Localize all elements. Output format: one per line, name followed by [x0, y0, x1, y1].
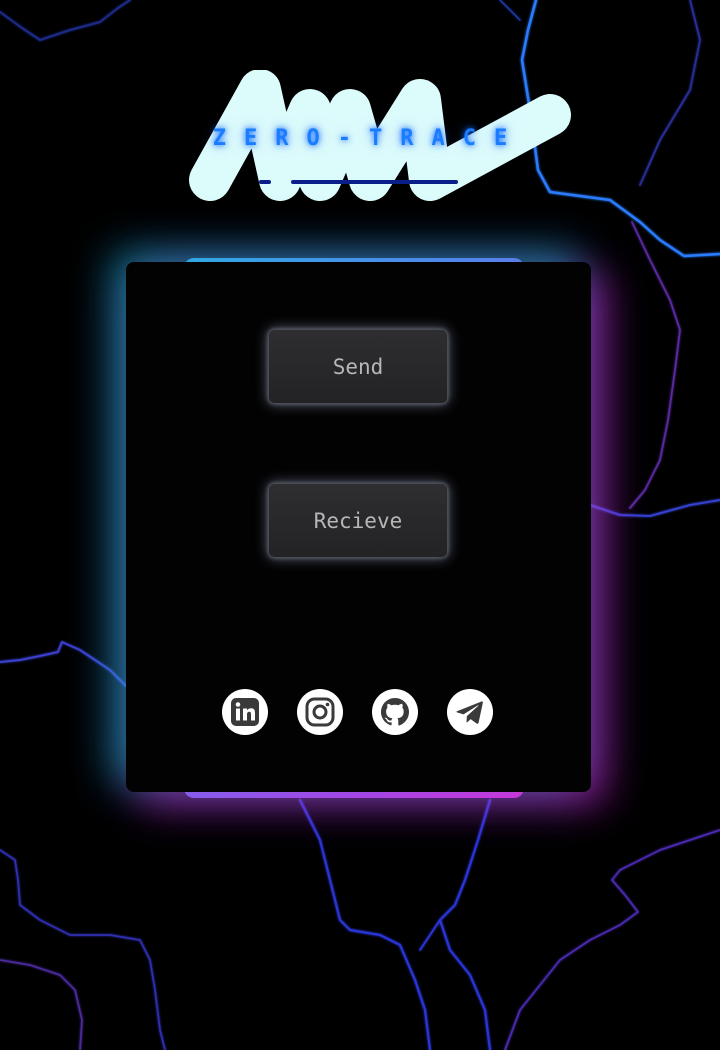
linkedin-icon [231, 698, 259, 726]
receive-button[interactable]: Recieve [268, 483, 448, 558]
app-screen: ZERO-TRACE Send Recieve [0, 0, 720, 1050]
telegram-link[interactable] [447, 689, 493, 735]
instagram-link[interactable] [297, 689, 343, 735]
title-underline [291, 180, 458, 184]
github-icon [381, 698, 409, 726]
linkedin-link[interactable] [222, 689, 268, 735]
github-link[interactable] [372, 689, 418, 735]
title-underline-dot [259, 180, 271, 184]
telegram-icon [456, 701, 483, 724]
brand-title: ZERO-TRACE [212, 126, 526, 151]
instagram-icon [305, 697, 335, 727]
send-button[interactable]: Send [268, 329, 448, 404]
